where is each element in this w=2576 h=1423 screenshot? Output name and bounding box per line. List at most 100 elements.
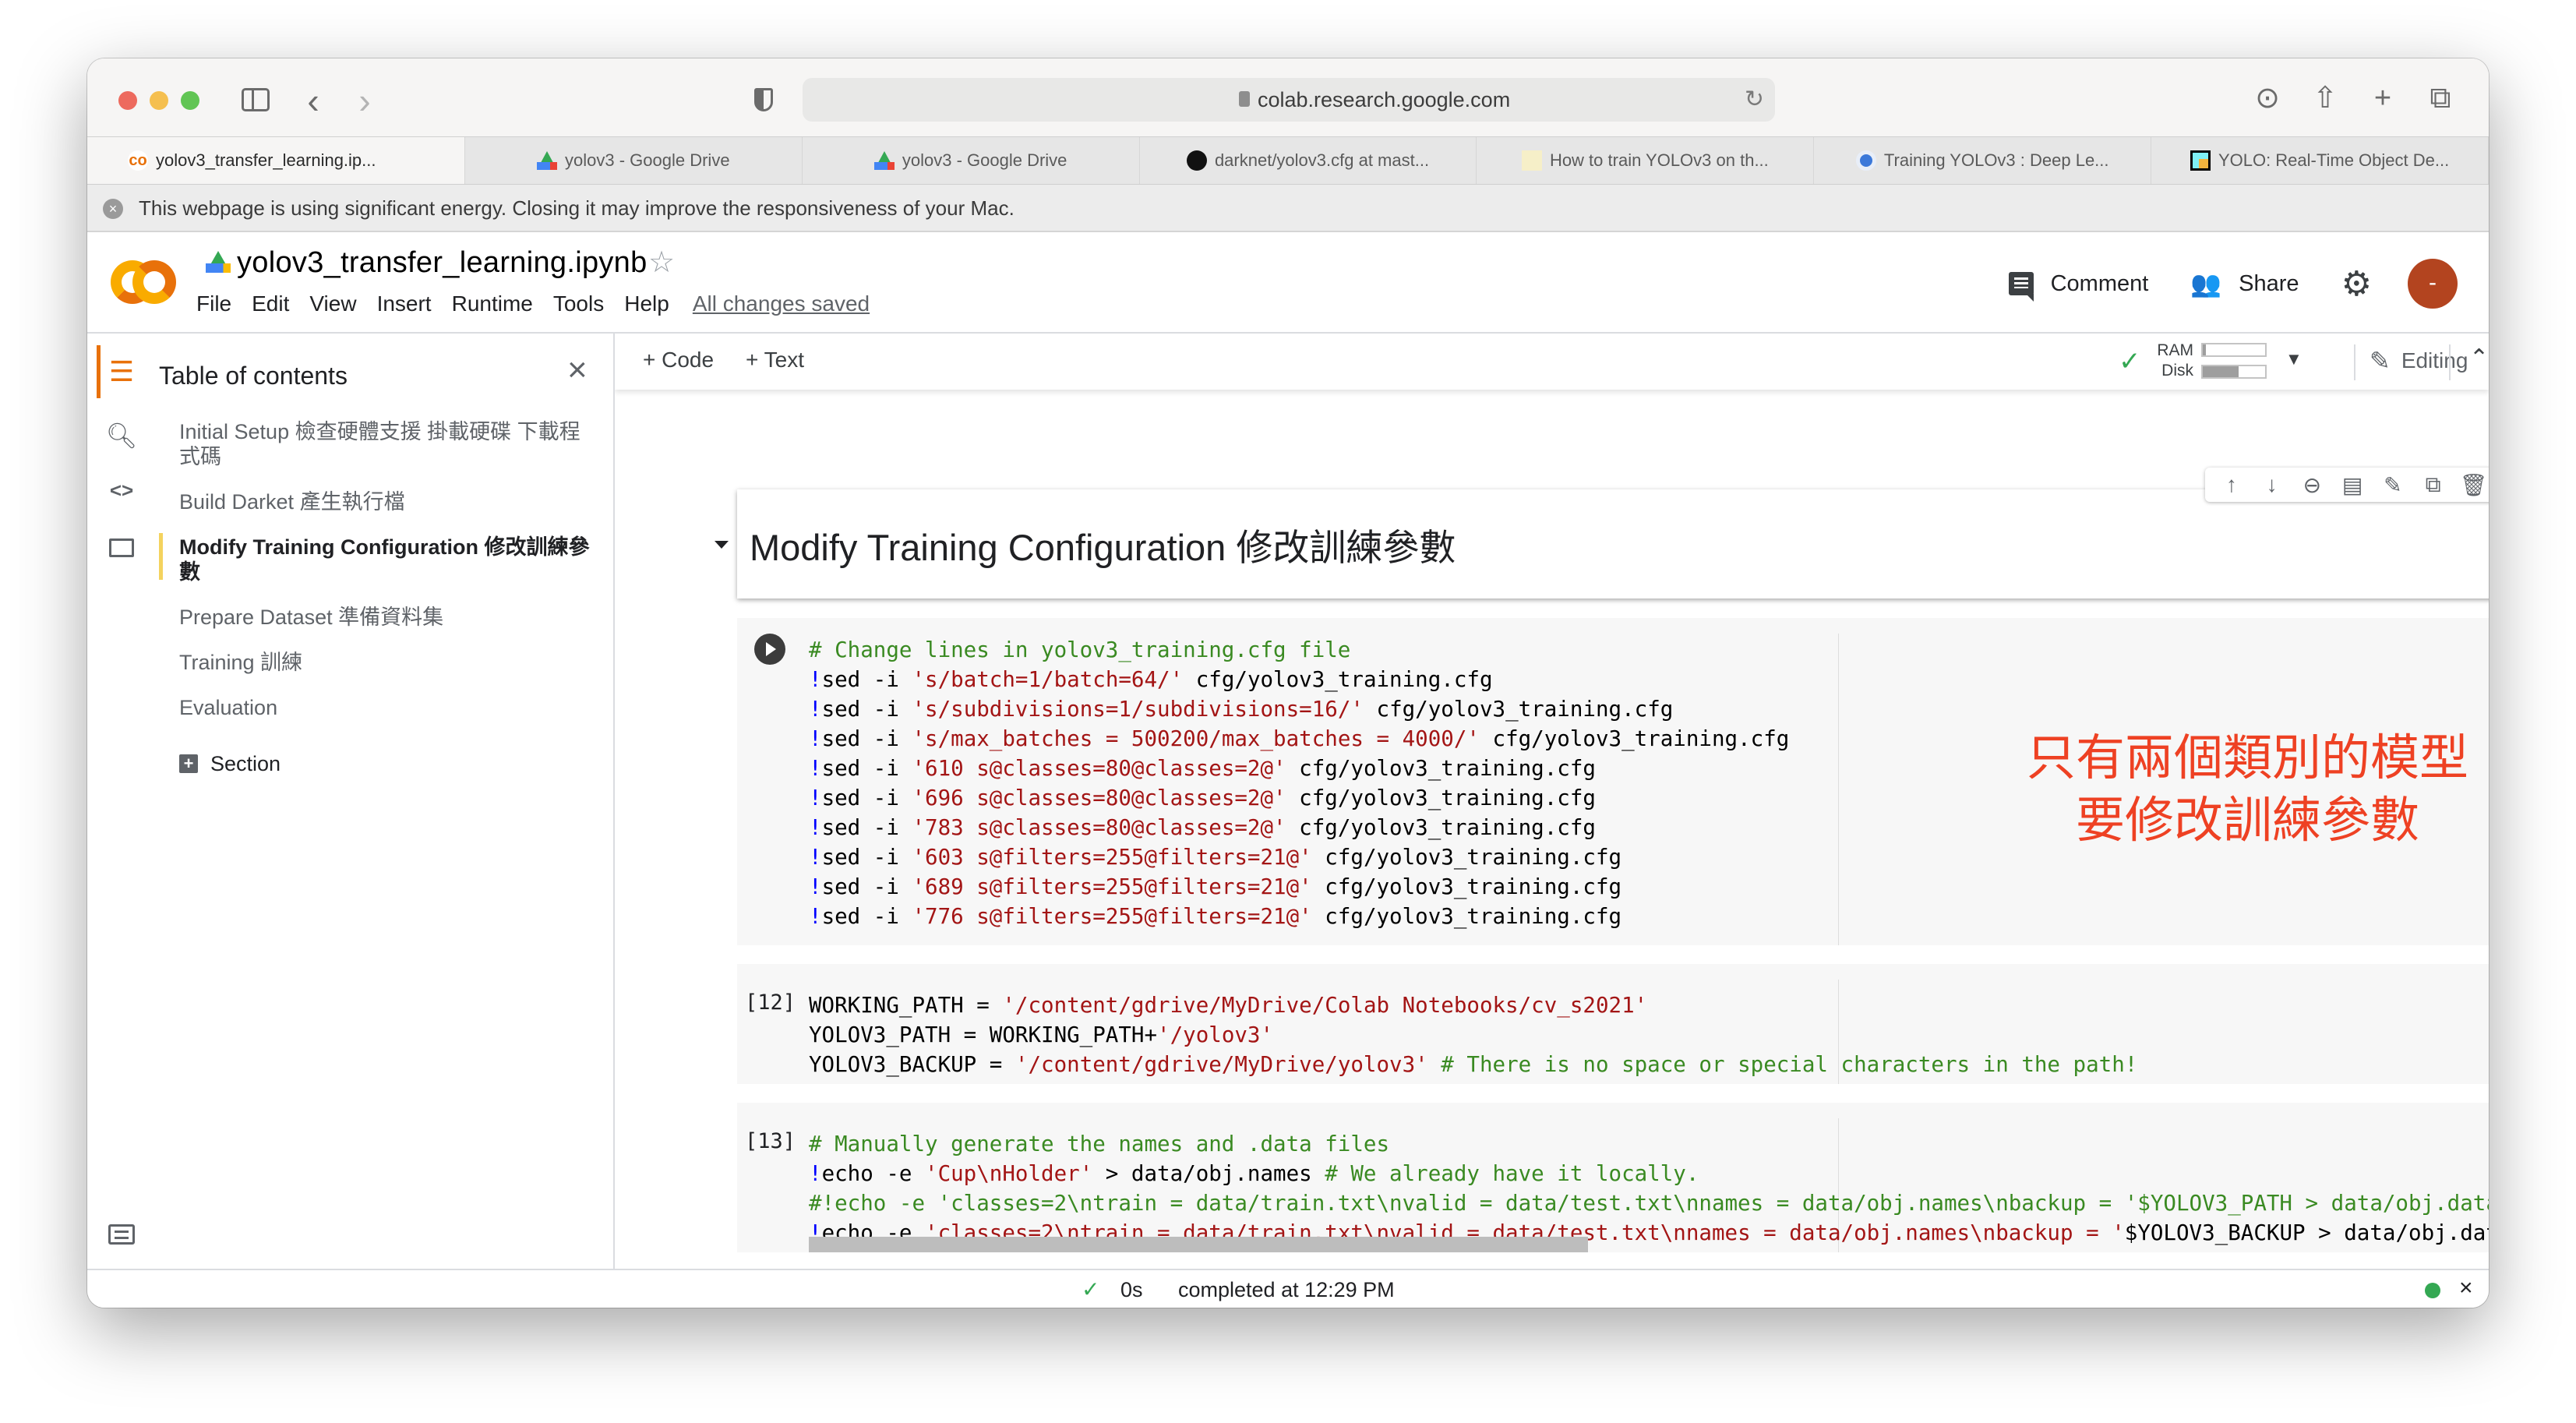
edit-icon[interactable]: ✎ — [2377, 472, 2408, 498]
menu-runtime[interactable]: Runtime — [452, 291, 533, 316]
tab-drive-1[interactable]: yolov3 - Google Drive — [465, 137, 803, 184]
disk-usage-fill — [2203, 366, 2239, 377]
annotation-line: 只有兩個類別的模型 — [2027, 729, 2468, 786]
article-icon — [1521, 150, 1542, 171]
download-icon[interactable]: ⊙ — [2252, 79, 2283, 118]
menu-file[interactable]: File — [196, 291, 231, 316]
colab-logo[interactable] — [111, 260, 176, 305]
tab-article[interactable]: How to train YOLOv3 on th... — [1477, 137, 1815, 184]
menu-insert[interactable]: Insert — [377, 291, 432, 316]
add-code-button[interactable]: + Code — [643, 348, 714, 373]
horizontal-scrollbar[interactable] — [809, 1237, 1588, 1252]
browser-toolbar: ‹ › colab.research.google.com ↻ ⊙ ⇧ + ⧉ — [87, 58, 2489, 136]
notebook-title[interactable]: yolov3_transfer_learning.ipynb — [237, 246, 648, 280]
drive-icon[interactable] — [206, 251, 231, 273]
run-cell-button[interactable] — [754, 634, 785, 665]
folder-icon[interactable] — [104, 535, 139, 563]
ram-label: RAM — [2157, 341, 2193, 359]
delete-icon[interactable]: 🗑︎ — [2458, 472, 2489, 498]
share-label: Share — [2239, 270, 2299, 296]
toc-item-prepare-dataset[interactable]: Prepare Dataset 準備資料集 — [179, 605, 600, 630]
chevron-down-icon[interactable]: ▼ — [2285, 349, 2303, 369]
drive-icon — [873, 151, 895, 170]
back-icon[interactable]: ‹ — [298, 83, 329, 118]
table-of-contents-panel: ☰ 🔍︎ <> Table of contents × Initial Setu… — [87, 334, 615, 1269]
gear-icon[interactable]: ⚙ — [2341, 264, 2372, 304]
move-down-icon[interactable]: ↓ — [2257, 472, 2288, 497]
runtime-status-dot — [2425, 1283, 2440, 1298]
tab-yolo[interactable]: YOLO: Real-Time Object De... — [2151, 137, 2489, 184]
toc-item-modify-config[interactable]: Modify Training Configuration 修改訓練參數 — [159, 533, 600, 584]
link-icon[interactable]: ⊖ — [2296, 472, 2327, 498]
disk-label: Disk — [2161, 362, 2193, 380]
toolbar-divider — [2449, 344, 2451, 380]
menu-help[interactable]: Help — [624, 291, 669, 316]
chevron-up-icon[interactable]: ⌃ — [2469, 344, 2489, 372]
resource-monitor[interactable]: ✓ RAM Disk ▼ — [2119, 338, 2352, 385]
toc-item-evaluation[interactable]: Evaluation — [179, 695, 600, 720]
notebook-toolbar: + Code + Text ✓ RAM Disk ▼ ✎ Editing ⌃ — [615, 334, 2489, 390]
comment-icon — [2008, 272, 2034, 302]
code-editor[interactable]: # Change lines in yolov3_training.cfg fi… — [809, 635, 1789, 931]
ram-usage-bar — [2201, 343, 2267, 357]
share-button[interactable]: 👥 Share — [2190, 269, 2299, 298]
reload-icon[interactable]: ↻ — [1745, 78, 1764, 122]
save-status-link[interactable]: All changes saved — [693, 291, 870, 316]
add-section-label: Section — [210, 752, 281, 775]
close-status-icon[interactable]: × — [2459, 1275, 2473, 1301]
comment-icon[interactable]: ▤ — [2337, 472, 2368, 498]
minimize-window-button[interactable] — [150, 91, 168, 110]
toc-item-build-darknet[interactable]: Build Darket 產生執行檔 — [179, 489, 600, 514]
dismiss-notice-icon[interactable]: × — [103, 199, 123, 219]
search-icon[interactable]: 🔍︎ — [104, 421, 139, 450]
privacy-shield-icon[interactable] — [748, 83, 779, 118]
close-window-button[interactable] — [118, 91, 137, 110]
disk-usage-bar — [2201, 365, 2267, 379]
terminal-icon[interactable] — [104, 1222, 139, 1251]
add-text-button[interactable]: + Text — [746, 348, 804, 373]
toc-item-training[interactable]: Training 訓練 — [179, 650, 600, 675]
sidebar-toggle-icon[interactable] — [240, 83, 271, 118]
forward-icon[interactable]: › — [349, 83, 380, 118]
menu-edit[interactable]: Edit — [252, 291, 289, 316]
tab-github[interactable]: darknet/yolov3.cfg at mast... — [1140, 137, 1477, 184]
execution-duration: 0s — [1120, 1278, 1143, 1301]
maximize-window-button[interactable] — [181, 91, 199, 110]
text-cell-heading[interactable]: Modify Training Configuration 修改訓練參數 — [737, 489, 2489, 599]
close-icon[interactable]: × — [567, 351, 588, 390]
mirror-cell-icon[interactable]: ⧉ — [2418, 472, 2449, 498]
code-cell[interactable]: # Change lines in yolov3_training.cfg fi… — [737, 618, 2489, 945]
move-up-icon[interactable]: ↑ — [2216, 472, 2247, 497]
comment-label: Comment — [2050, 270, 2149, 296]
execution-count: [13] — [745, 1129, 796, 1153]
star-icon[interactable]: ☆ — [648, 245, 675, 280]
avatar[interactable]: - — [2408, 259, 2458, 309]
tab-colab[interactable]: co yolov3_transfer_learning.ip... — [87, 137, 465, 184]
tab-overview-icon[interactable]: ⧉ — [2425, 79, 2456, 118]
code-editor[interactable]: # Manually generate the names and .data … — [809, 1129, 2489, 1248]
code-snippets-icon[interactable]: <> — [104, 478, 139, 503]
add-section-button[interactable]: + Section — [179, 751, 600, 776]
tab-bar: co yolov3_transfer_learning.ip... yolov3… — [87, 136, 2489, 185]
menu-bar: File Edit View Insert Runtime Tools Help… — [196, 291, 870, 316]
menu-view[interactable]: View — [309, 291, 356, 316]
tab-training[interactable]: Training YOLOv3 : Deep Le... — [1814, 137, 2152, 184]
line-length-ruler — [1838, 634, 1839, 945]
tab-drive-2[interactable]: yolov3 - Google Drive — [803, 137, 1140, 184]
editing-mode-button[interactable]: ✎ Editing — [2370, 346, 2468, 376]
menu-tools[interactable]: Tools — [553, 291, 604, 316]
toc-list-icon[interactable]: ☰ — [104, 355, 139, 388]
collapse-section-icon[interactable] — [715, 541, 729, 549]
code-editor[interactable]: WORKING_PATH = '/content/gdrive/MyDrive/… — [809, 990, 2137, 1079]
code-cell[interactable]: [12] WORKING_PATH = '/content/gdrive/MyD… — [737, 964, 2489, 1084]
address-bar[interactable]: colab.research.google.com ↻ — [803, 78, 1775, 122]
tab-title: yolov3 - Google Drive — [565, 150, 730, 170]
execution-status-text[interactable]: completed at 12:29 PM — [1178, 1278, 1395, 1302]
comment-button[interactable]: Comment — [2008, 270, 2149, 302]
editing-label: Editing — [2401, 348, 2468, 373]
share-icon[interactable]: ⇧ — [2310, 79, 2341, 118]
new-tab-icon[interactable]: + — [2367, 79, 2398, 118]
toc-item-initial-setup[interactable]: Initial Setup 檢查硬體支援 掛載硬碟 下載程式碼 — [179, 419, 600, 469]
toolbar-divider — [2354, 344, 2355, 380]
code-cell[interactable]: [13] # Manually generate the names and .… — [737, 1103, 2489, 1252]
